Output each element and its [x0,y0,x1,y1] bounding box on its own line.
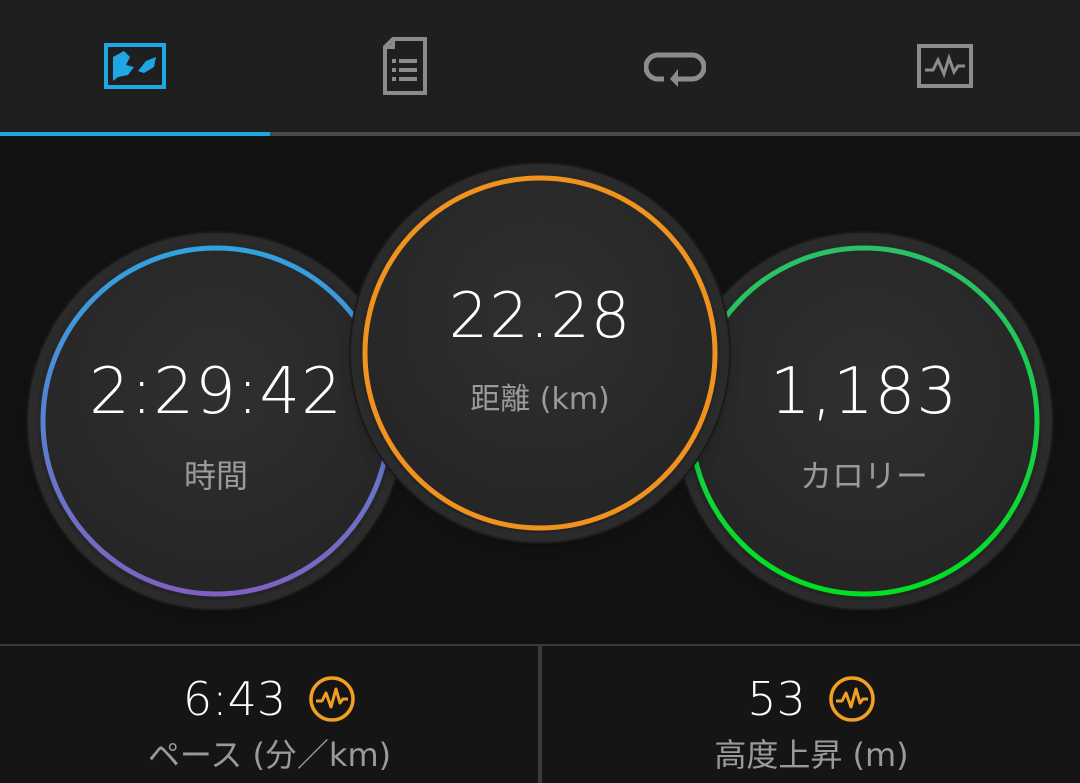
document-list-icon [383,37,427,95]
tab-bar [0,0,1080,136]
pace-value: 6:43 [182,672,287,726]
elevation-label: 高度上昇 (m) [714,736,909,774]
calories-circle: 1,183 カロリー [685,242,1043,600]
tab-details[interactable] [270,0,540,132]
distance-circle: 22.28 距離 (km) [360,173,720,533]
pace-label: ペース (分／km) [147,736,392,774]
activity-graph-icon [917,44,973,88]
tab-laps[interactable] [540,0,810,132]
loop-arrow-icon [644,52,706,87]
time-value: 2:29:42 [89,355,343,429]
distance-label: 距離 (km) [470,381,610,417]
pace-stat[interactable]: 6:43 ペース (分／km) [0,646,539,783]
tab-summary[interactable] [0,0,270,132]
distance-value: 22.28 [448,278,632,352]
elevation-value: 53 [747,672,806,726]
calories-value: 1,183 [769,355,959,429]
time-circle: 2:29:42 時間 [37,242,395,600]
metrics-area: 2:29:42 時間 1,183 カロリー 22.28 距離 (km) [0,136,1080,644]
time-label: 時間 [183,457,248,495]
calories-label: カロリー [799,457,928,495]
pace-pulse-icon [309,676,355,722]
elevation-pulse-icon [829,676,875,722]
elevation-stat[interactable]: 53 高度上昇 (m) [542,646,1080,783]
summary-chart-icon [104,43,166,89]
distance-ring [362,175,718,531]
tab-graphs[interactable] [810,0,1080,132]
bottom-stats: 6:43 ペース (分／km) 53 高度上昇 (m) [0,644,1080,783]
